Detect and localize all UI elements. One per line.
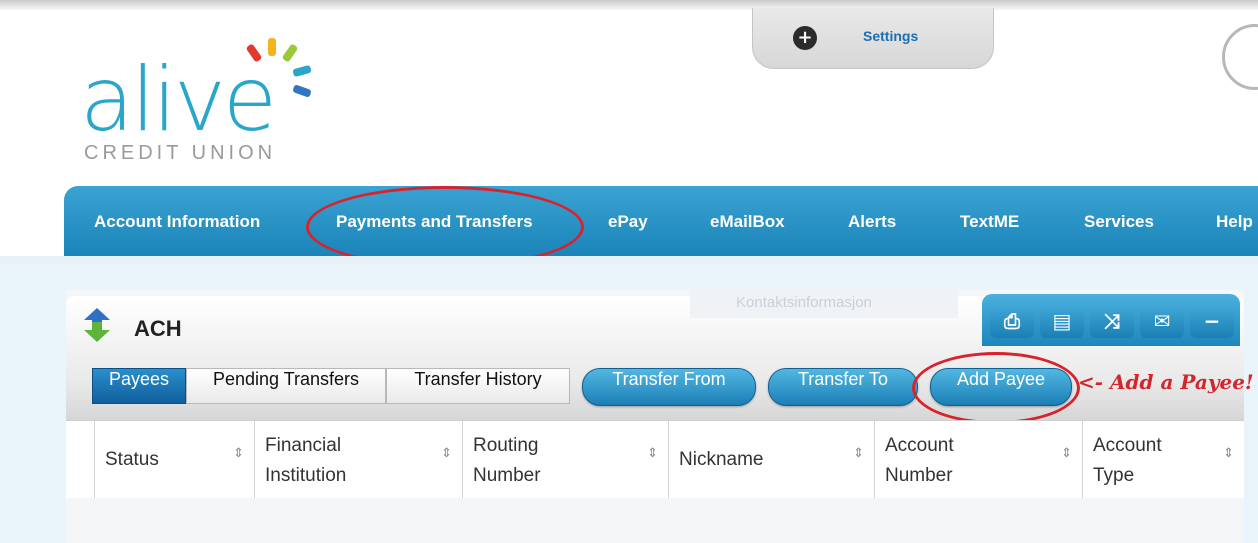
annotation-note: <- Add a Payee! — [1078, 370, 1254, 394]
column-status-label: Status — [105, 449, 159, 470]
sort-icon[interactable]: ⇕ — [233, 447, 244, 460]
panel-title: ACH — [134, 316, 182, 341]
column-nickname-label: Nickname — [679, 449, 764, 470]
logo-ray-green — [281, 43, 299, 63]
calculator-icon[interactable]: ▤ — [1040, 304, 1084, 338]
nav-alerts[interactable]: Alerts — [848, 212, 896, 232]
column-account-type[interactable]: Account Type ⇕ — [1082, 421, 1244, 499]
logo-ray-cyan — [292, 64, 312, 78]
column-nickname[interactable]: Nickname ⇕ — [668, 421, 874, 499]
nav-underline-band — [0, 256, 1258, 264]
envelope-add-icon[interactable]: ✉ — [1140, 304, 1184, 338]
alive-logo[interactable]: alive CREDIT UNION — [80, 38, 312, 164]
column-account-type-label: Account Type — [1093, 435, 1162, 486]
column-routing-number[interactable]: Routing Number ⇕ — [462, 421, 668, 499]
transfer-from-button[interactable]: Transfer From — [582, 368, 756, 406]
column-account-number-label: Account Number — [885, 435, 954, 486]
sort-icon[interactable]: ⇕ — [853, 447, 864, 460]
column-account-number[interactable]: Account Number ⇕ — [874, 421, 1082, 499]
top-rule — [0, 0, 1258, 10]
nav-help[interactable]: Help — [1216, 212, 1253, 232]
logo-ray-blue — [292, 84, 312, 98]
logo-ray-yellow — [268, 38, 276, 56]
panel-toolbar: ⎙ ▤ ⤨ ✉ − — [982, 294, 1240, 346]
transfer-to-button[interactable]: Transfer To — [768, 368, 918, 406]
sort-icon[interactable]: ⇕ — [1223, 447, 1234, 460]
plus-icon[interactable]: + — [793, 26, 817, 50]
sort-icon[interactable]: ⇕ — [441, 447, 452, 460]
column-status[interactable]: Status ⇕ — [94, 421, 254, 499]
main-nav: Account Information Payments and Transfe… — [64, 186, 1258, 256]
tab-transfer-history[interactable]: Transfer History — [386, 368, 570, 404]
printer-icon[interactable]: ⎙ — [990, 304, 1034, 338]
sort-icon[interactable]: ⇕ — [1061, 447, 1072, 460]
corner-arc-decoration — [1222, 24, 1258, 90]
minus-icon[interactable]: − — [1190, 304, 1234, 338]
column-financial-institution[interactable]: Financial Institution ⇕ — [254, 421, 462, 499]
settings-link[interactable]: Settings — [863, 28, 918, 44]
logo-word: alive — [80, 48, 277, 151]
nav-services[interactable]: Services — [1084, 212, 1154, 232]
column-financial-institution-label: Financial Institution — [265, 435, 347, 486]
ach-arrows-icon — [84, 308, 110, 342]
payees-table-header: Status ⇕ Financial Institution ⇕ Routing N… — [66, 420, 1244, 500]
logo-subtitle: CREDIT UNION — [84, 142, 277, 164]
settings-tab[interactable]: + Settings — [752, 8, 994, 69]
table-body-empty — [66, 498, 1244, 543]
ghost-label: Kontaktsinformasjon — [690, 288, 958, 318]
tab-pending-transfers[interactable]: Pending Transfers — [186, 368, 386, 404]
annotation-ring-add-payee — [912, 352, 1080, 424]
nav-account-information[interactable]: Account Information — [94, 212, 260, 232]
tab-payees[interactable]: Payees — [92, 368, 186, 404]
nav-emailbox[interactable]: eMailBox — [710, 212, 785, 232]
nav-epay[interactable]: ePay — [608, 212, 648, 232]
column-routing-number-label: Routing Number — [473, 435, 541, 486]
shuffle-icon[interactable]: ⤨ — [1090, 304, 1134, 338]
nav-textme[interactable]: TextME — [960, 212, 1019, 232]
sort-icon[interactable]: ⇕ — [647, 447, 658, 460]
